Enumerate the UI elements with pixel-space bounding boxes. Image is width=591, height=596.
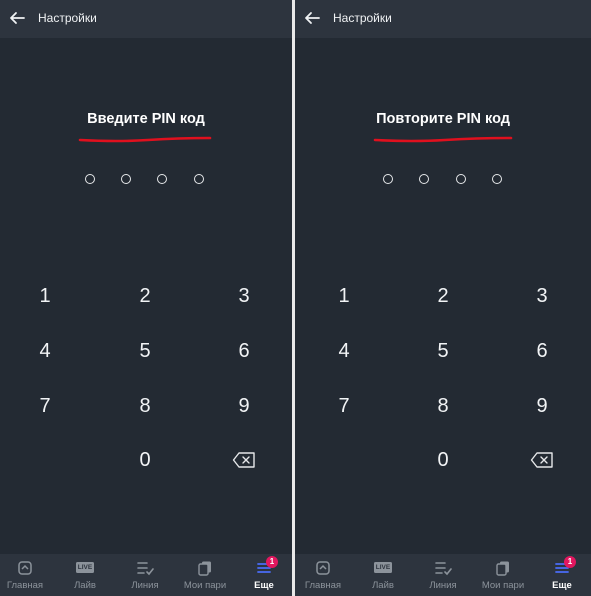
key-5[interactable]: 5 <box>115 329 175 373</box>
nav-label: Еще <box>254 580 274 591</box>
key-8[interactable]: 8 <box>115 384 175 428</box>
live-icon: LIVE <box>76 562 94 573</box>
nav-label: Лайв <box>74 580 96 591</box>
nav-item-live[interactable]: LIVE Лайв <box>56 554 114 596</box>
key-5[interactable]: 5 <box>413 329 473 373</box>
back-arrow-icon[interactable] <box>304 10 320 26</box>
nav-item-line[interactable]: Линия <box>116 554 174 596</box>
pin-dots <box>0 174 292 188</box>
page-title: Настройки <box>333 11 392 25</box>
live-icon: LIVE <box>374 562 392 573</box>
nav-item-more[interactable]: 1 Еще <box>533 554 591 596</box>
pin-screen-enter: Настройки Введите PIN код 1 2 3 4 5 6 7 … <box>0 0 292 596</box>
line-list-icon <box>435 562 452 576</box>
key-4[interactable]: 4 <box>15 329 75 373</box>
backspace-button[interactable] <box>512 438 572 482</box>
pin-dot <box>419 174 429 184</box>
key-2[interactable]: 2 <box>115 274 175 318</box>
nav-label: Главная <box>6 580 44 591</box>
nav-label: Линия <box>429 580 457 591</box>
page-title: Настройки <box>38 11 97 25</box>
home-icon <box>18 561 32 575</box>
pin-screen-repeat: Настройки Повторите PIN код 1 2 3 4 5 6 … <box>295 0 591 596</box>
key-8[interactable]: 8 <box>413 384 473 428</box>
key-2[interactable]: 2 <box>413 274 473 318</box>
red-underline-annotation <box>373 136 513 143</box>
pin-dot <box>157 174 167 184</box>
key-7[interactable]: 7 <box>15 384 75 428</box>
nav-item-my-bets[interactable]: Мои пари <box>176 554 234 596</box>
pin-prompt-title: Введите PIN код <box>87 111 205 127</box>
key-3[interactable]: 3 <box>214 274 274 318</box>
pin-dot <box>492 174 502 184</box>
my-bets-icon <box>198 561 211 576</box>
key-1[interactable]: 1 <box>314 274 374 318</box>
nav-item-live[interactable]: LIVE Лайв <box>354 554 412 596</box>
pin-dots <box>295 174 591 188</box>
pin-dot <box>85 174 95 184</box>
key-1[interactable]: 1 <box>15 274 75 318</box>
bottom-navigation: Главная LIVE Лайв Линия Мои пари 1 Еще <box>0 554 292 596</box>
key-0[interactable]: 0 <box>115 438 175 482</box>
pin-dot <box>383 174 393 184</box>
key-3[interactable]: 3 <box>512 274 572 318</box>
key-9[interactable]: 9 <box>214 384 274 428</box>
pin-dot <box>456 174 466 184</box>
nav-item-my-bets[interactable]: Мои пари <box>474 554 532 596</box>
nav-item-home[interactable]: Главная <box>295 554 352 596</box>
nav-label: Еще <box>552 580 572 591</box>
pin-prompt-title: Повторите PIN код <box>376 111 510 127</box>
nav-label: Мои пари <box>183 580 227 591</box>
nav-label: Лайв <box>372 580 394 591</box>
key-6[interactable]: 6 <box>512 329 572 373</box>
backspace-icon <box>530 452 553 468</box>
backspace-button[interactable] <box>214 438 274 482</box>
nav-item-home[interactable]: Главная <box>0 554 54 596</box>
back-arrow-icon[interactable] <box>9 10 25 26</box>
nav-label: Линия <box>131 580 159 591</box>
pin-dot <box>194 174 204 184</box>
key-6[interactable]: 6 <box>214 329 274 373</box>
key-9[interactable]: 9 <box>512 384 572 428</box>
key-4[interactable]: 4 <box>314 329 374 373</box>
bottom-navigation: Главная LIVE Лайв Линия Мои пари 1 Еще <box>295 554 591 596</box>
top-bar: Настройки <box>295 0 591 38</box>
key-7[interactable]: 7 <box>314 384 374 428</box>
red-underline-annotation <box>78 136 212 143</box>
my-bets-icon <box>496 561 509 576</box>
home-icon <box>316 561 330 575</box>
key-0[interactable]: 0 <box>413 438 473 482</box>
notification-badge: 1 <box>564 556 576 568</box>
notification-badge: 1 <box>266 556 278 568</box>
nav-item-more[interactable]: 1 Еще <box>235 554 292 596</box>
backspace-icon <box>232 452 255 468</box>
top-bar: Настройки <box>0 0 292 38</box>
nav-label: Главная <box>304 580 342 591</box>
nav-item-line[interactable]: Линия <box>414 554 472 596</box>
line-list-icon <box>137 562 154 576</box>
nav-label: Мои пари <box>481 580 525 591</box>
pin-dot <box>121 174 131 184</box>
